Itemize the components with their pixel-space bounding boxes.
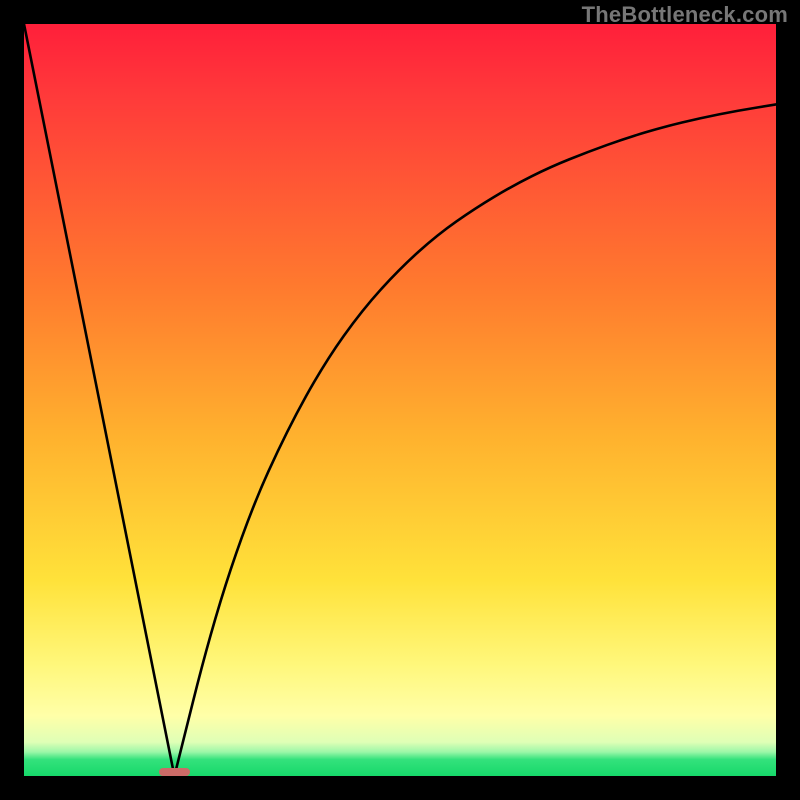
watermark-text: TheBottleneck.com <box>582 2 788 28</box>
plot-area <box>24 24 776 776</box>
optimum-marker <box>159 768 191 776</box>
curve-layer <box>24 24 776 776</box>
curve-right-rise <box>174 104 776 776</box>
curve-left-descent <box>24 24 174 776</box>
chart-stage: TheBottleneck.com <box>0 0 800 800</box>
